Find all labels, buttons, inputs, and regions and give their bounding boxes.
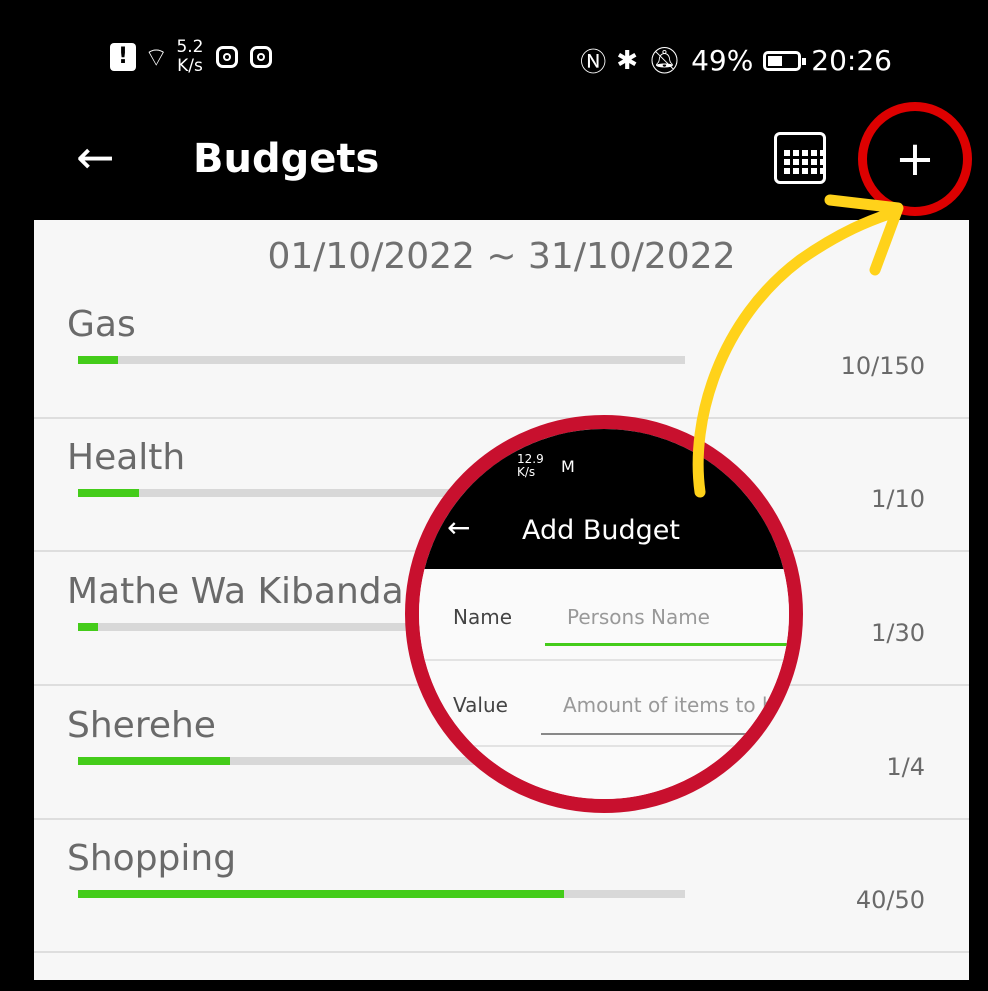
value-label: Value	[453, 693, 508, 717]
budget-name: Health	[67, 437, 186, 478]
clock: 20:26	[811, 44, 892, 77]
add-budget-preview: 12.9 K/s M ← Add Budget Name Persons Nam…	[405, 415, 803, 813]
divider	[419, 745, 789, 747]
divider	[419, 659, 789, 661]
status-left: ! ⌔ 5.2 K/s	[110, 38, 272, 76]
preview-app-bar: 12.9 K/s M ← Add Budget	[419, 429, 789, 569]
add-budget-highlight: +	[858, 102, 972, 216]
budget-name: Shopping	[67, 838, 237, 879]
battery-percent: 49%	[691, 44, 754, 77]
budget-name: Mathe Wa Kibanda	[67, 571, 404, 612]
network-speed-value: 5.2	[176, 37, 204, 57]
name-field-underline	[545, 643, 789, 646]
page-title: Budgets	[193, 136, 380, 182]
status-right: Ⓝ ✱ 🔕︎ 49% 20:26	[580, 42, 892, 79]
progress-fill	[78, 356, 119, 364]
back-arrow-icon[interactable]: ←	[76, 132, 115, 182]
network-speed-unit: K/s	[177, 56, 203, 76]
status-bar: ! ⌔ 5.2 K/s Ⓝ ✱ 🔕︎ 49% 20:26	[0, 0, 988, 120]
calendar-icon[interactable]	[774, 132, 826, 184]
budget-name: Sherehe	[67, 705, 216, 746]
progress-track	[78, 890, 685, 898]
instagram-icon	[215, 46, 238, 68]
preview-speed-unit: K/s	[517, 465, 536, 479]
name-label: Name	[453, 605, 513, 629]
preview-network-speed: 12.9 K/s	[517, 453, 544, 479]
nfc-icon: Ⓝ	[580, 48, 607, 78]
battery-icon	[763, 50, 807, 71]
progress-fill	[78, 623, 99, 631]
network-speed: 5.2 K/s	[176, 38, 203, 76]
budget-value: 1/10	[871, 485, 925, 513]
calendar-grid	[784, 150, 826, 174]
list-item[interactable]: Gas 10/150	[34, 284, 969, 419]
gmail-icon: M	[561, 457, 575, 476]
date-range[interactable]: 01/10/2022 ~ 31/10/2022	[34, 236, 969, 277]
name-field[interactable]: Persons Name	[567, 605, 710, 629]
value-field[interactable]: Amount of items to b	[563, 693, 775, 717]
wifi-icon: ⌔	[144, 42, 169, 73]
plus-icon[interactable]: +	[867, 111, 963, 207]
list-item[interactable]: Shopping 40/50	[34, 818, 969, 953]
bell-muted-icon: 🔕︎	[648, 45, 682, 76]
progress-fill	[78, 757, 230, 765]
instagram-icon	[249, 46, 272, 68]
bluetooth-icon: ✱	[616, 45, 639, 76]
back-arrow-icon[interactable]: ←	[447, 511, 470, 544]
preview-title: Add Budget	[522, 515, 680, 546]
warning-icon: !	[110, 43, 136, 71]
budget-value: 40/50	[855, 886, 925, 914]
value-field-underline	[541, 733, 789, 735]
progress-fill	[78, 890, 564, 898]
budget-value: 1/4	[886, 753, 925, 781]
add-budget-form: Name Persons Name Value Amount of items …	[419, 569, 789, 799]
budget-name: Gas	[67, 304, 136, 345]
app-bar: ← Budgets	[0, 120, 988, 220]
budget-value: 1/30	[871, 619, 925, 647]
progress-fill	[78, 489, 139, 497]
progress-track	[78, 356, 685, 364]
budget-value: 10/150	[840, 352, 925, 380]
